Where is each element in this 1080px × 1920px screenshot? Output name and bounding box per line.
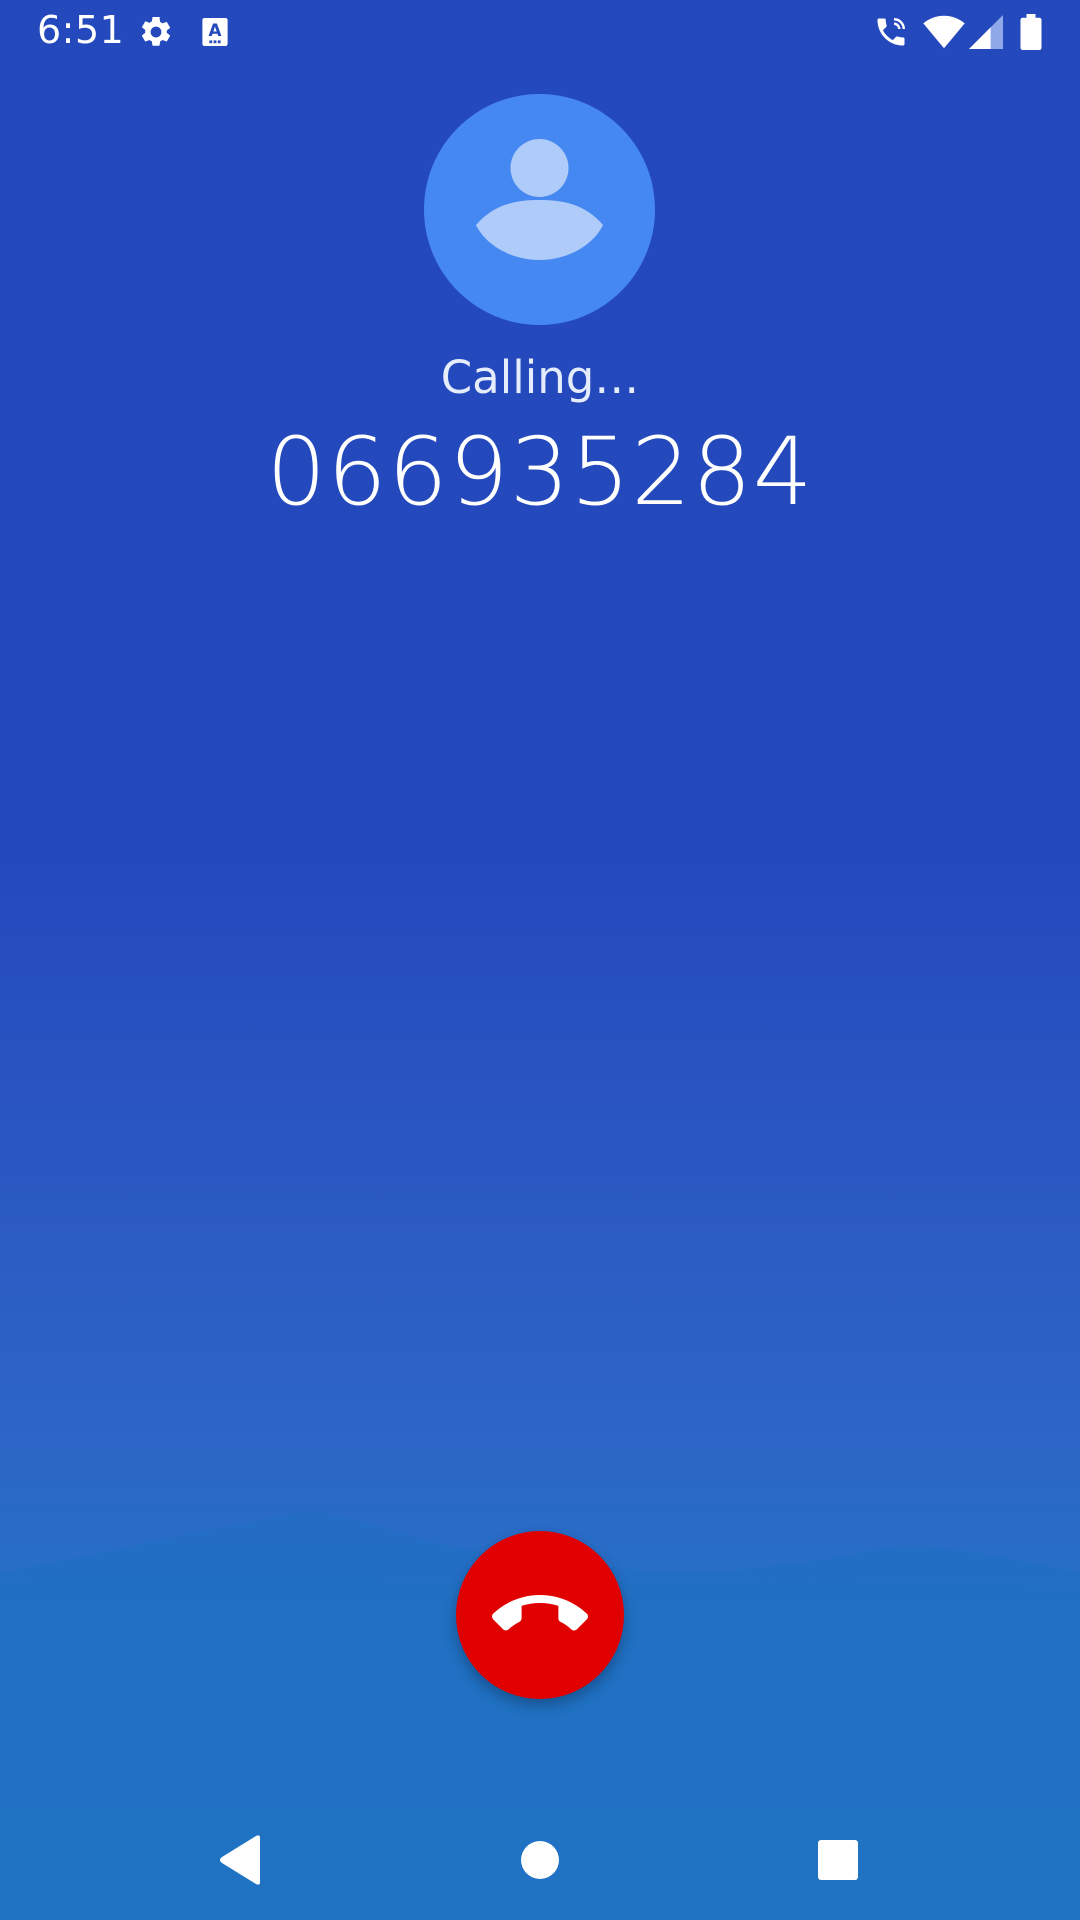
text-a-icon: A <box>202 18 228 46</box>
call-status: Calling… <box>440 351 640 404</box>
contact-avatar <box>424 94 655 325</box>
status-bar: 6:51 A <box>0 0 1080 63</box>
battery-icon <box>1020 14 1042 50</box>
home-button[interactable] <box>512 1832 568 1888</box>
back-icon <box>220 1835 260 1885</box>
call-end-icon <box>492 1595 588 1631</box>
svg-text:A: A <box>209 20 222 40</box>
wifi-calling-icon <box>877 18 905 46</box>
recents-icon <box>818 1840 858 1880</box>
back-button[interactable] <box>212 1832 268 1888</box>
end-call-button[interactable] <box>456 1531 624 1699</box>
status-time: 6:51 <box>37 8 125 52</box>
wifi-icon <box>923 15 965 49</box>
recents-button[interactable] <box>810 1832 866 1888</box>
phone-number: 066935284 <box>266 418 814 527</box>
cell-signal-icon <box>969 15 1003 49</box>
home-icon <box>521 1841 559 1879</box>
navigation-bar <box>0 1800 1080 1920</box>
gear-icon <box>141 16 171 46</box>
person-icon <box>476 139 603 260</box>
